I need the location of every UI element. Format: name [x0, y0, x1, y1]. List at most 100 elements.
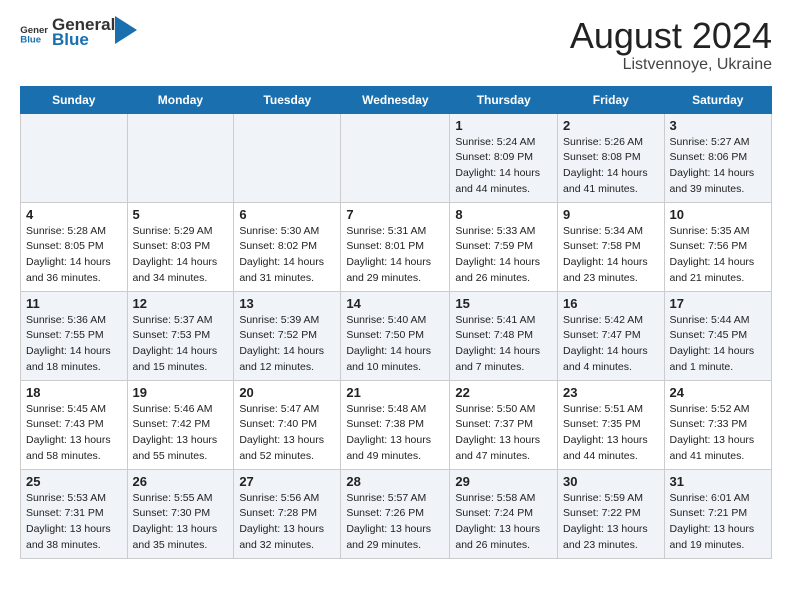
- day-number: 13: [239, 296, 335, 311]
- day-number: 22: [455, 385, 552, 400]
- day-info: Sunrise: 5:29 AM Sunset: 8:03 PM Dayligh…: [133, 224, 229, 287]
- day-info: Sunrise: 5:56 AM Sunset: 7:28 PM Dayligh…: [239, 491, 335, 554]
- page-subtitle: Listvennoye, Ukraine: [570, 56, 772, 74]
- day-number: 16: [563, 296, 659, 311]
- day-number: 29: [455, 474, 552, 489]
- calendar-cell: 1Sunrise: 5:24 AM Sunset: 8:09 PM Daylig…: [450, 113, 558, 202]
- day-number: 28: [346, 474, 444, 489]
- calendar-cell: 26 Sunrise: 5:55 AM Sunset: 7:30 PM Dayli…: [127, 469, 234, 558]
- day-info: Sunrise: 5:46 AM Sunset: 7:42 PM Dayligh…: [133, 402, 229, 465]
- calendar-cell: [341, 113, 450, 202]
- calendar-table: SundayMondayTuesdayWednesdayThursdayFrid…: [20, 86, 772, 559]
- day-number: 18: [26, 385, 122, 400]
- calendar-week-4: 18Sunrise: 5:45 AM Sunset: 7:43 PM Dayli…: [21, 380, 772, 469]
- day-number: 25: [26, 474, 122, 489]
- day-info: Sunrise: 5:39 AM Sunset: 7:52 PM Dayligh…: [239, 313, 335, 376]
- day-number: 7: [346, 207, 444, 222]
- calendar-week-2: 4 Sunrise: 5:28 AM Sunset: 8:05 PM Daylig…: [21, 202, 772, 291]
- logo: General Blue General Blue: [20, 16, 137, 49]
- calendar-cell: 11 Sunrise: 5:36 AM Sunset: 7:55 PM Dayli…: [21, 291, 128, 380]
- svg-text:Blue: Blue: [20, 34, 41, 43]
- day-info: Sunrise: 5:42 AM Sunset: 7:47 PM Dayligh…: [563, 313, 659, 376]
- day-number: 15: [455, 296, 552, 311]
- day-number: 9: [563, 207, 659, 222]
- day-number: 27: [239, 474, 335, 489]
- day-info: Sunrise: 5:52 AM Sunset: 7:33 PM Dayligh…: [670, 402, 766, 465]
- day-number: 31: [670, 474, 766, 489]
- calendar-cell: 24 Sunrise: 5:52 AM Sunset: 7:33 PM Dayli…: [664, 380, 771, 469]
- calendar-week-1: 1Sunrise: 5:24 AM Sunset: 8:09 PM Daylig…: [21, 113, 772, 202]
- weekday-header-tuesday: Tuesday: [234, 86, 341, 113]
- weekday-header-thursday: Thursday: [450, 86, 558, 113]
- logo-icon: General Blue: [20, 22, 48, 44]
- day-number: 19: [133, 385, 229, 400]
- calendar-cell: 28 Sunrise: 5:57 AM Sunset: 7:26 PM Dayli…: [341, 469, 450, 558]
- weekday-header-wednesday: Wednesday: [341, 86, 450, 113]
- calendar-cell: 6 Sunrise: 5:30 AM Sunset: 8:02 PM Daylig…: [234, 202, 341, 291]
- weekday-header-monday: Monday: [127, 86, 234, 113]
- calendar-cell: 18Sunrise: 5:45 AM Sunset: 7:43 PM Dayli…: [21, 380, 128, 469]
- calendar-cell: 16 Sunrise: 5:42 AM Sunset: 7:47 PM Dayli…: [558, 291, 665, 380]
- day-info: Sunrise: 5:51 AM Sunset: 7:35 PM Dayligh…: [563, 402, 659, 465]
- calendar-cell: 13 Sunrise: 5:39 AM Sunset: 7:52 PM Dayli…: [234, 291, 341, 380]
- day-info: Sunrise: 5:33 AM Sunset: 7:59 PM Dayligh…: [455, 224, 552, 287]
- calendar-cell: 10Sunrise: 5:35 AM Sunset: 7:56 PM Dayli…: [664, 202, 771, 291]
- day-number: 17: [670, 296, 766, 311]
- weekday-header-saturday: Saturday: [664, 86, 771, 113]
- weekday-header-sunday: Sunday: [21, 86, 128, 113]
- calendar-cell: 2Sunrise: 5:26 AM Sunset: 8:08 PM Daylig…: [558, 113, 665, 202]
- day-info: Sunrise: 5:30 AM Sunset: 8:02 PM Dayligh…: [239, 224, 335, 287]
- day-info: Sunrise: 5:53 AM Sunset: 7:31 PM Dayligh…: [26, 491, 122, 554]
- calendar-cell: 31 Sunrise: 6:01 AM Sunset: 7:21 PM Dayli…: [664, 469, 771, 558]
- calendar-cell: 17 Sunrise: 5:44 AM Sunset: 7:45 PM Dayli…: [664, 291, 771, 380]
- day-info: Sunrise: 5:27 AM Sunset: 8:06 PM Dayligh…: [670, 135, 766, 198]
- day-info: Sunrise: 5:58 AM Sunset: 7:24 PM Dayligh…: [455, 491, 552, 554]
- day-number: 26: [133, 474, 229, 489]
- calendar-cell: 30Sunrise: 5:59 AM Sunset: 7:22 PM Dayli…: [558, 469, 665, 558]
- calendar-cell: 14Sunrise: 5:40 AM Sunset: 7:50 PM Dayli…: [341, 291, 450, 380]
- day-number: 12: [133, 296, 229, 311]
- calendar-cell: 7 Sunrise: 5:31 AM Sunset: 8:01 PM Daylig…: [341, 202, 450, 291]
- calendar-cell: 21Sunrise: 5:48 AM Sunset: 7:38 PM Dayli…: [341, 380, 450, 469]
- day-number: 3: [670, 118, 766, 133]
- day-number: 23: [563, 385, 659, 400]
- day-info: Sunrise: 5:26 AM Sunset: 8:08 PM Dayligh…: [563, 135, 659, 198]
- calendar-cell: 23 Sunrise: 5:51 AM Sunset: 7:35 PM Dayli…: [558, 380, 665, 469]
- day-info: Sunrise: 5:31 AM Sunset: 8:01 PM Dayligh…: [346, 224, 444, 287]
- day-info: Sunrise: 5:36 AM Sunset: 7:55 PM Dayligh…: [26, 313, 122, 376]
- calendar-header-row: SundayMondayTuesdayWednesdayThursdayFrid…: [21, 86, 772, 113]
- calendar-cell: 25 Sunrise: 5:53 AM Sunset: 7:31 PM Dayli…: [21, 469, 128, 558]
- day-number: 24: [670, 385, 766, 400]
- day-info: Sunrise: 5:28 AM Sunset: 8:05 PM Dayligh…: [26, 224, 122, 287]
- day-info: Sunrise: 5:57 AM Sunset: 7:26 PM Dayligh…: [346, 491, 444, 554]
- calendar-cell: 15 Sunrise: 5:41 AM Sunset: 7:48 PM Dayli…: [450, 291, 558, 380]
- day-number: 10: [670, 207, 766, 222]
- day-info: Sunrise: 5:41 AM Sunset: 7:48 PM Dayligh…: [455, 313, 552, 376]
- day-info: Sunrise: 5:37 AM Sunset: 7:53 PM Dayligh…: [133, 313, 229, 376]
- day-info: Sunrise: 5:24 AM Sunset: 8:09 PM Dayligh…: [455, 135, 552, 198]
- day-number: 8: [455, 207, 552, 222]
- calendar-cell: 9 Sunrise: 5:34 AM Sunset: 7:58 PM Daylig…: [558, 202, 665, 291]
- page-header: General Blue General Blue August 2024 Li…: [20, 16, 772, 74]
- page-title: August 2024: [570, 16, 772, 56]
- day-number: 21: [346, 385, 444, 400]
- day-info: Sunrise: 5:34 AM Sunset: 7:58 PM Dayligh…: [563, 224, 659, 287]
- calendar-cell: 12 Sunrise: 5:37 AM Sunset: 7:53 PM Dayli…: [127, 291, 234, 380]
- day-number: 30: [563, 474, 659, 489]
- day-info: Sunrise: 5:47 AM Sunset: 7:40 PM Dayligh…: [239, 402, 335, 465]
- calendar-cell: [127, 113, 234, 202]
- day-number: 11: [26, 296, 122, 311]
- day-info: Sunrise: 5:44 AM Sunset: 7:45 PM Dayligh…: [670, 313, 766, 376]
- day-info: Sunrise: 5:55 AM Sunset: 7:30 PM Dayligh…: [133, 491, 229, 554]
- day-number: 5: [133, 207, 229, 222]
- logo-triangle-icon: [115, 16, 137, 44]
- day-info: Sunrise: 6:01 AM Sunset: 7:21 PM Dayligh…: [670, 491, 766, 554]
- calendar-cell: [234, 113, 341, 202]
- calendar-cell: 8 Sunrise: 5:33 AM Sunset: 7:59 PM Daylig…: [450, 202, 558, 291]
- calendar-week-3: 11 Sunrise: 5:36 AM Sunset: 7:55 PM Dayli…: [21, 291, 772, 380]
- day-number: 4: [26, 207, 122, 222]
- calendar-cell: 4 Sunrise: 5:28 AM Sunset: 8:05 PM Daylig…: [21, 202, 128, 291]
- calendar-cell: 22Sunrise: 5:50 AM Sunset: 7:37 PM Dayli…: [450, 380, 558, 469]
- day-number: 14: [346, 296, 444, 311]
- day-number: 6: [239, 207, 335, 222]
